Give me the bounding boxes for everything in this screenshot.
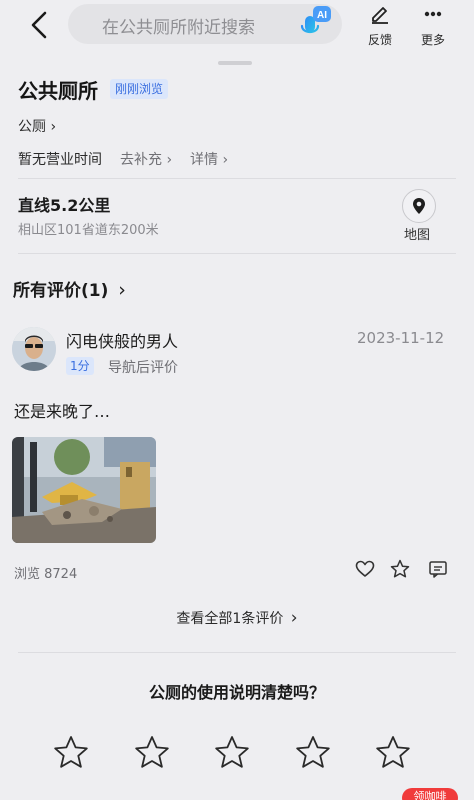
- reviewer-name[interactable]: 闪电侠般的男人: [66, 328, 178, 352]
- chevron-right-icon: ›: [222, 152, 229, 168]
- distance-text: 直线5.2公里: [18, 196, 111, 215]
- divider: [18, 253, 456, 254]
- star-outline-icon: [215, 736, 249, 768]
- comment-icon: [429, 561, 447, 578]
- rating-question: 公厕的使用说明清楚吗？: [148, 683, 325, 702]
- score-badge: 1分: [66, 357, 94, 375]
- all-reviews-title: 所有评价(1): [13, 281, 109, 301]
- recently-viewed-tag: 刚刚浏览: [110, 79, 169, 99]
- user-avatar-image: [12, 327, 56, 371]
- chevron-right-icon: ›: [166, 152, 173, 168]
- divider: [18, 652, 456, 653]
- chevron-left-icon: [31, 11, 47, 39]
- demolition-photo: [12, 437, 156, 543]
- map-pin-icon: [413, 198, 425, 214]
- star-outline-icon: [135, 736, 169, 768]
- search-placeholder: 在公共厕所附近搜索: [102, 18, 255, 38]
- heart-icon: [355, 560, 375, 577]
- category-label: 公厕: [18, 119, 46, 135]
- feedback-button[interactable]: 反馈: [358, 4, 402, 48]
- drag-handle[interactable]: [218, 61, 252, 65]
- supplement-label: 去补充: [120, 152, 162, 168]
- details-label: 详情: [190, 152, 218, 168]
- star-outline-icon: [54, 736, 88, 768]
- opening-hours: 暂无营业时间: [18, 152, 102, 168]
- chevron-right-icon: ›: [118, 279, 126, 301]
- more-button[interactable]: 更多: [411, 4, 455, 48]
- see-all-reviews-link[interactable]: 查看全部1条评价 ›: [0, 608, 474, 628]
- more-dots-icon: [424, 11, 442, 17]
- chevron-right-icon: ›: [50, 119, 57, 135]
- rating-star-3[interactable]: [213, 734, 251, 772]
- star-outline-icon: [296, 736, 330, 768]
- star-outline-icon: [376, 736, 410, 768]
- review-date: 2023-11-12: [357, 329, 445, 347]
- category-link[interactable]: 公厕 ›: [18, 116, 56, 136]
- ai-mic-icon: AI: [300, 6, 331, 41]
- rating-star-1[interactable]: [52, 734, 90, 772]
- review-text: 还是来晚了…: [14, 402, 111, 421]
- feedback-label: 反馈: [367, 33, 392, 47]
- address-text: 相山区101省道东200米: [18, 223, 159, 238]
- review-type: 导航后评价: [108, 360, 178, 376]
- ai-voice-button[interactable]: AI: [298, 4, 334, 42]
- back-button[interactable]: [22, 8, 56, 42]
- review-photo[interactable]: [12, 437, 156, 543]
- all-reviews-header[interactable]: 所有评价(1) ›: [13, 276, 126, 301]
- favorite-button[interactable]: [389, 558, 411, 580]
- chevron-right-icon: ›: [290, 608, 298, 628]
- rating-star-5[interactable]: [374, 734, 412, 772]
- see-all-label: 查看全部1条评价: [176, 611, 284, 627]
- rating-star-4[interactable]: [294, 734, 332, 772]
- avatar[interactable]: [12, 327, 56, 371]
- floating-promo-badge[interactable]: 领咖啡: [402, 788, 458, 800]
- comment-button[interactable]: [427, 558, 449, 580]
- map-button[interactable]: [402, 189, 436, 223]
- hours-details-link[interactable]: 详情 ›: [190, 149, 228, 169]
- edit-pencil-icon: [372, 7, 388, 24]
- like-button[interactable]: [354, 558, 376, 580]
- star-outline-icon: [390, 559, 410, 578]
- divider: [18, 178, 456, 179]
- view-count: 浏览 8724: [14, 567, 78, 582]
- ai-badge-text: AI: [317, 10, 327, 21]
- more-label: 更多: [420, 33, 445, 47]
- rating-star-2[interactable]: [133, 734, 171, 772]
- supplement-hours-link[interactable]: 去补充 ›: [120, 149, 172, 169]
- map-label[interactable]: 地图: [404, 224, 430, 243]
- place-title: 公共厕所: [18, 79, 98, 103]
